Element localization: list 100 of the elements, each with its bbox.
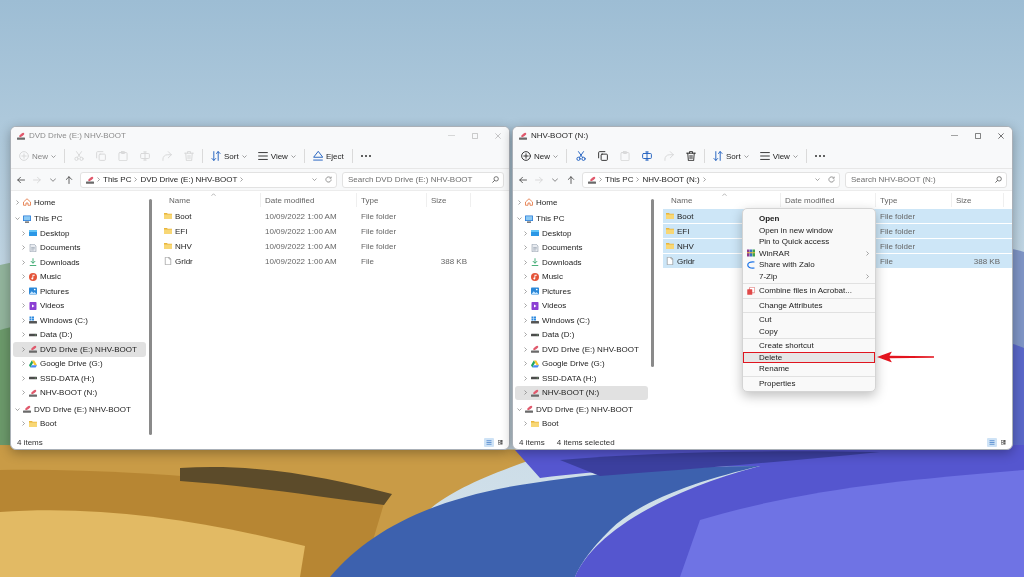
nav-item[interactable]: This PC: [13, 211, 146, 226]
file-row[interactable]: Grldr 10/09/2022 1:00 AM File 388 KB: [161, 254, 509, 268]
sort-button[interactable]: Sort: [710, 147, 752, 165]
nav-item[interactable]: Home: [515, 195, 648, 210]
nav-item[interactable]: Desktop: [13, 226, 146, 241]
search-field[interactable]: Search DVD Drive (E:) NHV-BOOT: [342, 171, 504, 188]
nav-item[interactable]: DVD Drive (E:) NHV-BOOT: [13, 402, 146, 417]
address-field[interactable]: This PC DVD Drive (E:) NHV-BOOT: [80, 171, 337, 188]
nav-item[interactable]: Downloads: [13, 255, 146, 270]
chevron-down-icon[interactable]: [815, 178, 820, 181]
nav-item[interactable]: Windows (C:): [13, 313, 146, 328]
breadcrumb[interactable]: NHV-BOOT (N:): [642, 175, 700, 184]
new-button[interactable]: New: [518, 147, 561, 165]
file-size: 388 KB: [440, 256, 468, 266]
file-type: File folder: [360, 211, 398, 221]
eject-button[interactable]: Eject: [309, 147, 347, 165]
nav-item[interactable]: Music: [515, 269, 648, 284]
column-header[interactable]: Type: [876, 193, 952, 207]
share-icon: [663, 151, 674, 161]
nav-item[interactable]: Data (D:): [515, 327, 648, 342]
nav-item[interactable]: Downloads: [515, 255, 648, 270]
menu-item[interactable]: Combine files in Acrobat...: [743, 285, 875, 297]
nav-item[interactable]: Google Drive (G:): [515, 356, 648, 371]
nav-item[interactable]: NHV-BOOT (N:): [515, 385, 648, 400]
column-header[interactable]: Name: [663, 193, 781, 207]
download-icon: [531, 258, 539, 267]
file-row[interactable]: NHV 10/09/2022 1:00 AM File folder: [161, 239, 509, 253]
refresh-icon[interactable]: [325, 176, 332, 183]
breadcrumb[interactable]: This PC: [605, 175, 634, 184]
chevron-right-icon: [702, 177, 706, 182]
chevron-down-icon[interactable]: [312, 178, 317, 181]
column-header[interactable]: Date modified: [781, 193, 876, 207]
chevron-right-icon: [97, 177, 100, 182]
refresh-icon[interactable]: [828, 176, 835, 183]
file-row[interactable]: Boot 10/09/2022 1:00 AM File folder: [161, 209, 509, 223]
menu-item[interactable]: Create shortcut: [743, 340, 875, 352]
nav-item[interactable]: Videos: [515, 298, 648, 313]
nav-item[interactable]: Documents: [515, 240, 648, 255]
menu-item[interactable]: Open in new window: [743, 224, 875, 236]
nav-item[interactable]: Windows (C:): [515, 313, 648, 328]
nav-item[interactable]: Videos: [13, 298, 146, 313]
column-header[interactable]: Size: [952, 193, 1004, 207]
nav-item[interactable]: Documents: [13, 240, 146, 255]
music-icon: [29, 272, 37, 281]
nav-item[interactable]: Pictures: [515, 284, 648, 299]
sort-button[interactable]: Sort: [208, 147, 250, 165]
minimize-icon: [951, 135, 958, 136]
column-header[interactable]: Name: [161, 193, 261, 207]
nav-item[interactable]: Pictures: [13, 284, 146, 299]
menu-item[interactable]: Rename: [743, 363, 875, 375]
view-button[interactable]: View: [756, 147, 801, 165]
tiles-view-button[interactable]: [495, 438, 505, 447]
nav-item[interactable]: This PC: [515, 211, 648, 226]
menu-item[interactable]: Share with Zalo: [743, 259, 875, 271]
document-icon: [531, 243, 539, 252]
tiles-view-button[interactable]: [998, 438, 1008, 447]
nav-item[interactable]: Boot: [515, 416, 648, 431]
arrow-right-icon: [33, 175, 41, 184]
search-icon: [995, 175, 1002, 183]
file-type: File folder: [879, 241, 917, 251]
document-stack-icon: [747, 286, 755, 295]
nav-item[interactable]: Google Drive (G:): [13, 356, 146, 371]
menu-item[interactable]: 7-Zip: [743, 270, 875, 282]
menu-item[interactable]: Cut: [743, 314, 875, 326]
nav-item[interactable]: Data (D:): [13, 327, 146, 342]
nav-item[interactable]: DVD Drive (E:) NHV-BOOT: [515, 402, 648, 417]
nav-item[interactable]: DVD Drive (E:) NHV-BOOT: [13, 342, 146, 357]
nav-item[interactable]: Home: [13, 195, 146, 210]
breadcrumb[interactable]: This PC: [103, 175, 132, 184]
nav-item[interactable]: Music: [13, 269, 146, 284]
folder-icon: [666, 212, 674, 220]
search-field[interactable]: Search NHV-BOOT (N:): [845, 171, 1007, 188]
menu-item[interactable]: Properties: [743, 377, 875, 389]
column-header[interactable]: Size: [427, 193, 471, 207]
menu-item[interactable]: Open: [743, 213, 875, 225]
scrollbar-thumb[interactable]: [149, 199, 152, 435]
menu-item[interactable]: WinRAR: [743, 247, 875, 259]
column-header[interactable]: Type: [357, 193, 427, 207]
file-row[interactable]: EFI 10/09/2022 1:00 AM File folder: [161, 224, 509, 238]
scrollbar-thumb[interactable]: [651, 199, 654, 367]
chevron-right-icon: [240, 177, 244, 182]
menu-item[interactable]: Copy: [743, 325, 875, 337]
nav-item[interactable]: SSD-DATA (H:): [13, 371, 146, 386]
nav-item[interactable]: SSD-DATA (H:): [515, 371, 648, 386]
nav-item[interactable]: NHV-BOOT (N:): [13, 385, 146, 400]
nav-item[interactable]: Boot: [13, 416, 146, 431]
column-header[interactable]: Date modified: [261, 193, 357, 207]
file-name: Grldr: [175, 256, 193, 266]
system-drive-icon: [29, 316, 37, 325]
nav-item[interactable]: DVD Drive (E:) NHV-BOOT: [515, 342, 648, 357]
file-size: 388 KB: [973, 256, 1001, 266]
address-field[interactable]: This PC NHV-BOOT (N:): [582, 171, 840, 188]
breadcrumb[interactable]: DVD Drive (E:) NHV-BOOT: [140, 175, 238, 184]
view-button[interactable]: View: [254, 147, 299, 165]
file-type: File folder: [360, 226, 398, 236]
folder-icon: [666, 242, 674, 250]
menu-item[interactable]: Change Attributes: [743, 299, 875, 311]
chevron-right-icon: [866, 273, 869, 279]
menu-item[interactable]: Pin to Quick access: [743, 236, 875, 248]
nav-item[interactable]: Desktop: [515, 226, 648, 241]
